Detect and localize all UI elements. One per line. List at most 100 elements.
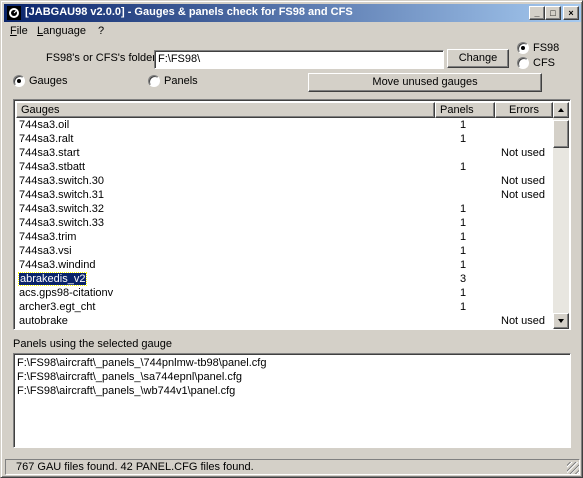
- gauge-name-cell: 744sa3.switch.31: [19, 188, 104, 202]
- table-row[interactable]: archer3.egt_cht 1: [16, 300, 553, 314]
- move-unused-gauges-button[interactable]: Move unused gauges: [308, 73, 542, 92]
- change-button[interactable]: Change: [447, 49, 509, 68]
- gauge-name-text: 744sa3.windind: [19, 259, 96, 271]
- list-item[interactable]: F:\FS98\aircraft\_panels_\744pnlmw-tb98\…: [17, 356, 567, 370]
- gauge-name-text: 744sa3.oil: [19, 119, 70, 131]
- table-row[interactable]: 744sa3.oil 1: [16, 118, 553, 132]
- gauge-name-cell: abrakedis_v2: [17, 272, 88, 286]
- gauge-name-cell: acs.gps98-citationv: [19, 286, 113, 300]
- gauge-name-text: archer3.egt_cht: [19, 301, 96, 313]
- gauge-name-text: 744sa3.switch.33: [19, 217, 104, 229]
- panels-count-cell: 1: [460, 245, 467, 257]
- folder-label: FS98's or CFS's folder: [46, 52, 156, 64]
- list-item[interactable]: F:\FS98\aircraft\_panels_\sa744epnl\pane…: [17, 370, 567, 384]
- panels-count-cell: 1: [460, 231, 467, 243]
- menu-bar: File Language ?: [4, 23, 581, 41]
- gauge-name-cell: 744sa3.vsi: [19, 244, 72, 258]
- gauge-name-cell: 744sa3.switch.30: [19, 174, 104, 188]
- scroll-down-button[interactable]: [553, 313, 569, 329]
- gauge-name-text: 744sa3.switch.30: [19, 175, 104, 187]
- column-header-gauges[interactable]: Gauges: [16, 102, 435, 118]
- gauges-table[interactable]: Gauges Panels Errors 744sa3.oil 1 744sa3.r…: [13, 99, 571, 330]
- table-row[interactable]: 744sa3.switch.30 Not used: [16, 174, 553, 188]
- radio-cfs-dot: [517, 57, 529, 69]
- table-row[interactable]: 744sa3.stbatt 1: [16, 160, 553, 174]
- table-row[interactable]: 744sa3.switch.31 Not used: [16, 188, 553, 202]
- panels-section-label: Panels using the selected gauge: [13, 338, 173, 350]
- errors-cell: Not used: [501, 189, 546, 201]
- panels-list[interactable]: F:\FS98\aircraft\_panels_\744pnlmw-tb98\…: [13, 353, 571, 448]
- gauge-name-text: autobrake: [19, 315, 68, 327]
- close-button[interactable]: ×: [563, 6, 579, 20]
- radio-cfs[interactable]: CFS: [517, 57, 555, 69]
- table-row[interactable]: autobrake Not used: [16, 314, 553, 328]
- panels-count-cell: 1: [460, 203, 467, 215]
- gauge-name-text: 744sa3.ralt: [19, 133, 74, 145]
- status-bar: 767 GAU files found. 42 PANEL.CFG files …: [5, 459, 580, 475]
- gauge-name-text: 744sa3.stbatt: [19, 161, 86, 173]
- list-item[interactable]: F:\FS98\aircraft\_panels_\wb744v1\panel.…: [17, 384, 567, 398]
- errors-cell: Not used: [501, 315, 546, 327]
- gauge-name-cell: autobrake: [19, 314, 68, 328]
- errors-cell: Not used: [501, 175, 546, 187]
- table-row[interactable]: 744sa3.switch.33 1: [16, 216, 553, 230]
- radio-fs98-label: FS98: [533, 42, 560, 54]
- maximize-icon: □: [550, 8, 556, 18]
- menu-file[interactable]: File: [10, 25, 28, 37]
- radio-gauges-dot: [13, 75, 25, 87]
- panels-count-cell: 3: [460, 273, 467, 285]
- gauge-name-cell: 744sa3.start: [19, 146, 80, 160]
- panels-count-cell: 1: [460, 217, 467, 229]
- gauge-name-cell: 744sa3.switch.32: [19, 202, 104, 216]
- gauge-name-cell: 744sa3.oil: [19, 118, 69, 132]
- gauge-name-text: 744sa3.switch.31: [19, 189, 104, 201]
- table-row[interactable]: 744sa3.switch.32 1: [16, 202, 553, 216]
- panels-count-cell: 1: [460, 259, 467, 271]
- table-row[interactable]: 744sa3.windind 1: [16, 258, 553, 272]
- maximize-button[interactable]: □: [545, 6, 561, 20]
- table-row[interactable]: abrakedis_v2 3: [16, 272, 553, 286]
- table-row[interactable]: acs.gps98-citationv 1: [16, 286, 553, 300]
- gauge-name-cell: 744sa3.trim: [19, 230, 76, 244]
- gauge-name-text: 744sa3.start: [19, 147, 80, 159]
- table-row[interactable]: 744sa3.ralt 1: [16, 132, 553, 146]
- table-row[interactable]: 744sa3.start Not used: [16, 146, 553, 160]
- arrow-up-icon: [558, 108, 564, 112]
- errors-cell: Not used: [501, 147, 546, 159]
- status-text: 767 GAU files found. 42 PANEL.CFG files …: [5, 459, 580, 475]
- radio-fs98[interactable]: FS98: [517, 42, 559, 54]
- radio-fs98-dot: [517, 42, 529, 54]
- radio-gauges[interactable]: Gauges: [13, 75, 68, 87]
- vertical-scrollbar[interactable]: [553, 102, 569, 329]
- scroll-up-button[interactable]: [553, 102, 569, 118]
- radio-panels[interactable]: Panels: [148, 75, 198, 87]
- main-window: [JABGAU98 v2.0.0] - Gauges & panels chec…: [0, 0, 583, 478]
- radio-cfs-label: CFS: [533, 57, 555, 69]
- table-row[interactable]: 744sa3.trim 1: [16, 230, 553, 244]
- resize-grip-icon[interactable]: [567, 462, 579, 474]
- app-icon: [7, 6, 21, 20]
- panels-count-cell: 1: [460, 119, 467, 131]
- table-body: 744sa3.oil 1 744sa3.ralt 1 744sa3.start Not u…: [16, 118, 553, 328]
- table-header: Gauges Panels Errors: [16, 102, 553, 118]
- title-bar[interactable]: [JABGAU98 v2.0.0] - Gauges & panels chec…: [4, 4, 581, 22]
- column-header-errors[interactable]: Errors: [495, 102, 553, 118]
- menu-language[interactable]: Language: [37, 25, 86, 37]
- window-title: [JABGAU98 v2.0.0] - Gauges & panels chec…: [25, 6, 353, 18]
- panels-count-cell: 1: [460, 301, 467, 313]
- menu-help[interactable]: ?: [98, 25, 104, 37]
- arrow-down-icon: [558, 319, 564, 323]
- radio-panels-dot: [148, 75, 160, 87]
- table-row[interactable]: 744sa3.vsi 1: [16, 244, 553, 258]
- folder-path-field[interactable]: F:\FS98\: [154, 50, 444, 69]
- gauge-name-cell: 744sa3.windind: [19, 258, 95, 272]
- gauge-name-cell: 744sa3.stbatt: [19, 160, 85, 174]
- radio-gauges-label: Gauges: [29, 75, 68, 87]
- gauge-name-text: acs.gps98-citationv: [19, 287, 114, 299]
- column-header-panels[interactable]: Panels: [435, 102, 495, 118]
- gauge-name-text: 744sa3.trim: [19, 231, 77, 243]
- minimize-button[interactable]: _: [529, 6, 545, 20]
- close-icon: ×: [568, 8, 574, 18]
- radio-panels-label: Panels: [164, 75, 198, 87]
- scroll-thumb[interactable]: [553, 120, 569, 148]
